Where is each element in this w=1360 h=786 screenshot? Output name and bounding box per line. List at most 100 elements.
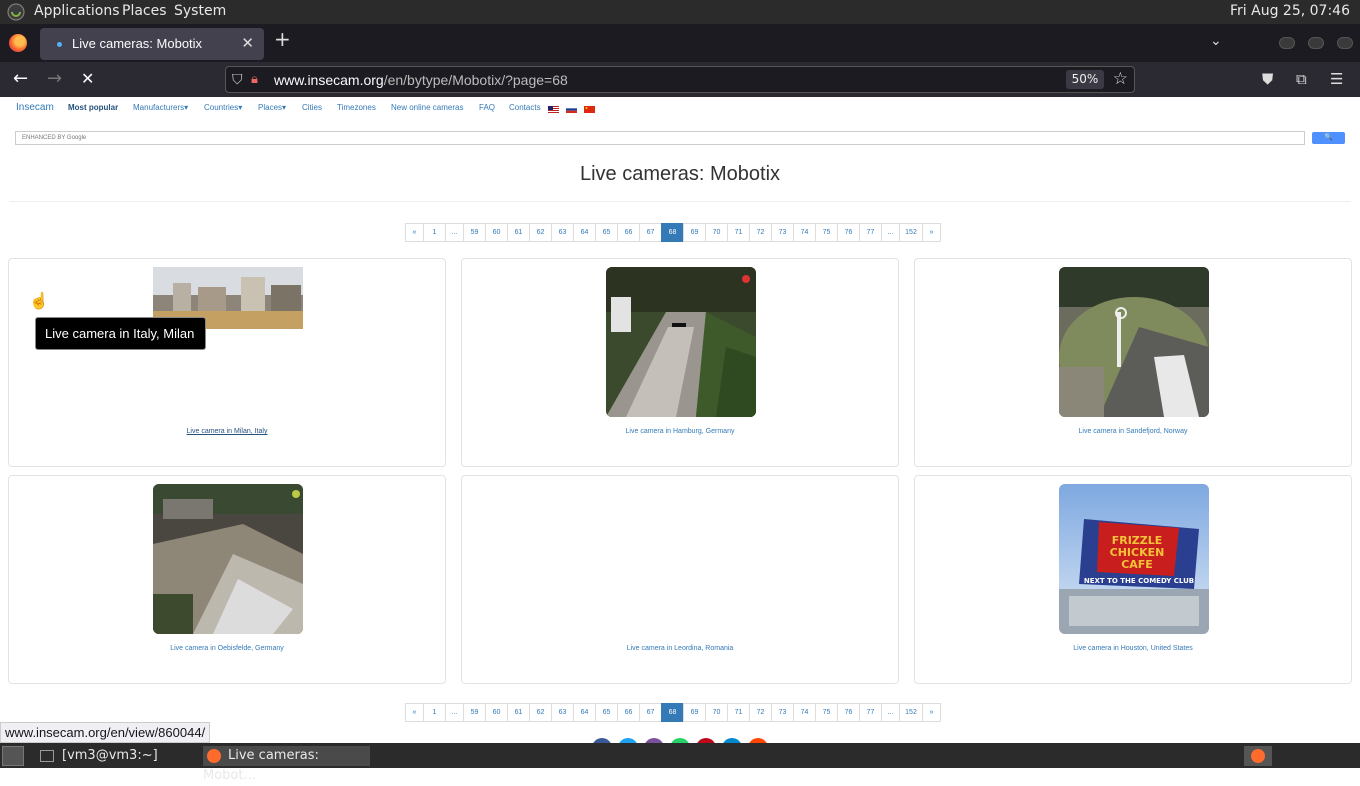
page-link[interactable]: 61 <box>507 223 530 242</box>
page-link[interactable]: 67 <box>639 223 662 242</box>
camera-card[interactable]: Live camera in Oebisfelde, Germany <box>8 475 446 684</box>
page-link[interactable]: 60 <box>485 703 508 722</box>
page-link[interactable]: 70 <box>705 223 728 242</box>
nav-places[interactable]: Places▾ <box>258 103 286 112</box>
camera-card[interactable]: Live camera in Milan, Italy <box>8 258 446 467</box>
page-link[interactable]: 75 <box>815 703 838 722</box>
page-link[interactable]: 77 <box>859 223 882 242</box>
page-link[interactable]: 71 <box>727 223 750 242</box>
page-link-active[interactable]: 68 <box>661 703 684 722</box>
page-link[interactable]: 72 <box>749 703 772 722</box>
page-link[interactable]: ... <box>445 703 464 722</box>
camera-thumbnail-hamburg[interactable] <box>606 267 756 417</box>
tab-live-cameras[interactable]: Live cameras: Mobotix ✕ <box>40 28 264 60</box>
chevron-down-icon[interactable]: ⌄ <box>1210 33 1222 49</box>
new-tab-icon[interactable]: + <box>274 27 291 51</box>
page-link[interactable]: 67 <box>639 703 662 722</box>
page-link[interactable]: 65 <box>595 703 618 722</box>
us-flag-icon[interactable] <box>548 106 559 113</box>
page-link[interactable]: 62 <box>529 223 552 242</box>
page-link[interactable]: 61 <box>507 703 530 722</box>
site-brand-link[interactable]: Insecam <box>16 102 54 113</box>
page-link[interactable]: 59 <box>463 703 486 722</box>
page-link[interactable]: 74 <box>793 223 816 242</box>
camera-caption[interactable]: Live camera in Hamburg, Germany <box>462 428 898 435</box>
page-link[interactable]: « <box>405 223 424 242</box>
taskbar-terminal[interactable]: [vm3@vm3:~] <box>34 746 200 766</box>
nav-most-popular[interactable]: Most popular <box>68 103 118 112</box>
camera-thumbnail-oebisfelde[interactable] <box>153 484 303 634</box>
search-button[interactable]: 🔍 <box>1312 132 1345 144</box>
nav-timezones[interactable]: Timezones <box>337 103 376 112</box>
camera-caption[interactable]: Live camera in Leordina, Romania <box>462 645 898 652</box>
places-menu[interactable]: Places <box>122 3 167 19</box>
camera-caption[interactable]: Live camera in Milan, Italy <box>9 428 445 435</box>
page-link[interactable]: 76 <box>837 703 860 722</box>
extensions-icon[interactable]: ⧉ <box>1296 70 1307 88</box>
page-link[interactable]: 69 <box>683 223 706 242</box>
page-link[interactable]: 77 <box>859 703 882 722</box>
page-link[interactable]: 65 <box>595 223 618 242</box>
page-link[interactable]: 66 <box>617 223 640 242</box>
page-link[interactable]: « <box>405 703 424 722</box>
show-desktop-icon[interactable] <box>2 746 24 766</box>
page-link[interactable]: 60 <box>485 223 508 242</box>
page-link[interactable]: 74 <box>793 703 816 722</box>
page-link-active[interactable]: 68 <box>661 223 684 242</box>
page-link[interactable]: 64 <box>573 223 596 242</box>
page-link[interactable]: ... <box>445 223 464 242</box>
nav-manufacturers[interactable]: Manufacturers▾ <box>133 103 188 112</box>
page-link[interactable]: 63 <box>551 223 574 242</box>
page-link[interactable]: 152 <box>899 223 923 242</box>
camera-thumbnail-sandefjord[interactable] <box>1059 267 1209 417</box>
forward-arrow-icon[interactable]: → <box>47 68 62 89</box>
page-link[interactable]: 70 <box>705 703 728 722</box>
page-link[interactable]: » <box>922 703 941 722</box>
camera-card[interactable]: Live camera in Hamburg, Germany <box>461 258 899 467</box>
cn-flag-icon[interactable] <box>584 106 595 113</box>
workspace-switcher[interactable] <box>1244 746 1272 766</box>
taskbar-firefox[interactable]: Live cameras: Mobot... <box>203 746 370 783</box>
close-window-button[interactable] <box>1337 37 1353 49</box>
maximize-button[interactable] <box>1308 37 1324 49</box>
ru-flag-icon[interactable] <box>566 106 577 113</box>
page-link[interactable]: 76 <box>837 223 860 242</box>
camera-card[interactable]: Live camera in Sandefjord, Norway <box>914 258 1352 467</box>
page-link[interactable]: 75 <box>815 223 838 242</box>
page-link[interactable]: 1 <box>423 703 446 722</box>
minimize-button[interactable] <box>1279 37 1295 49</box>
url-bar[interactable]: ⛉ 🔒︎ www.insecam.org/en/bytype/Mobotix/?… <box>225 66 1135 93</box>
hamburger-menu-icon[interactable]: ☰ <box>1330 70 1343 88</box>
page-link[interactable]: 63 <box>551 703 574 722</box>
stop-loading-icon[interactable]: ✕ <box>81 69 94 88</box>
camera-caption[interactable]: Live camera in Oebisfelde, Germany <box>9 645 445 652</box>
page-link[interactable]: 73 <box>771 223 794 242</box>
page-link[interactable]: 59 <box>463 223 486 242</box>
page-link[interactable]: 66 <box>617 703 640 722</box>
page-link[interactable]: ... <box>881 223 900 242</box>
pocket-icon[interactable]: ⛊ <box>1262 70 1273 88</box>
url-text[interactable]: www.insecam.org/en/bytype/Mobotix/?page=… <box>274 72 568 88</box>
firefox-icon[interactable] <box>9 34 27 52</box>
applications-menu[interactable]: Applications <box>34 3 120 19</box>
camera-card[interactable]: FRIZZLE CHICKEN CAFE NEXT TO THE COMEDY … <box>914 475 1352 684</box>
nav-cities[interactable]: Cities <box>302 103 322 112</box>
shield-icon[interactable]: ⛉ <box>232 72 243 88</box>
nav-new-online-cameras[interactable]: New online cameras <box>391 103 463 112</box>
page-link[interactable]: ... <box>881 703 900 722</box>
page-link[interactable]: 73 <box>771 703 794 722</box>
page-link[interactable]: 69 <box>683 703 706 722</box>
insecure-lock-icon[interactable]: 🔒︎ <box>251 72 258 87</box>
page-link[interactable]: 62 <box>529 703 552 722</box>
nav-faq[interactable]: FAQ <box>479 103 495 112</box>
page-link[interactable]: » <box>922 223 941 242</box>
camera-caption[interactable]: Live camera in Houston, United States <box>915 645 1351 652</box>
nav-countries[interactable]: Countries▾ <box>204 103 242 112</box>
back-arrow-icon[interactable]: ← <box>13 68 28 89</box>
page-link[interactable]: 71 <box>727 703 750 722</box>
system-menu[interactable]: System <box>174 3 226 19</box>
camera-card[interactable]: Live camera in Leordina, Romania <box>461 475 899 684</box>
bookmark-star-icon[interactable]: ☆ <box>1113 69 1128 89</box>
page-link[interactable]: 1 <box>423 223 446 242</box>
nav-contacts[interactable]: Contacts <box>509 103 541 112</box>
